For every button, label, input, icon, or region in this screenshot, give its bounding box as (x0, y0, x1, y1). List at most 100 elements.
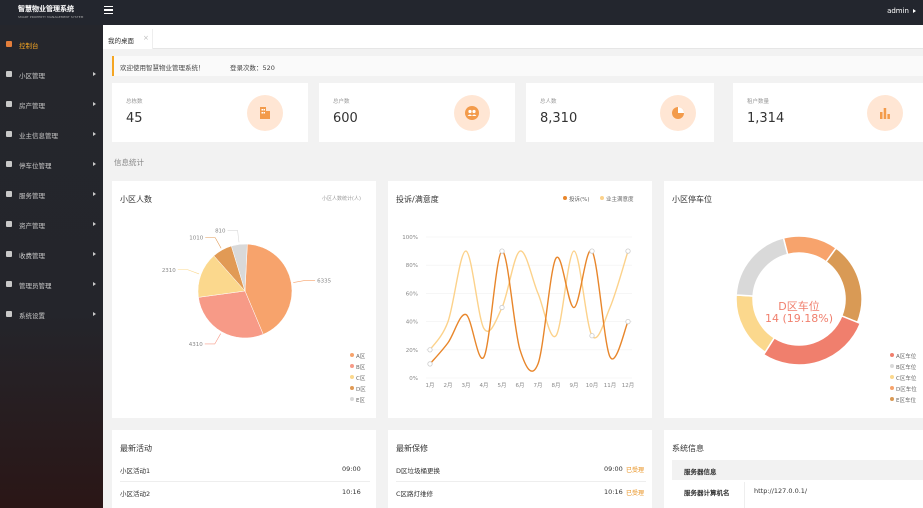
chevron-right-icon (93, 312, 96, 316)
legend-label[interactable]: D区 (356, 385, 366, 393)
sidebar-item-community[interactable]: 小区管理 (0, 60, 103, 90)
sidebar-item-label: 业主信息管理 (19, 132, 58, 140)
legend-label[interactable]: B区 (356, 363, 365, 371)
sidebar-item-label: 管理员管理 (19, 282, 52, 290)
activity-time: 10:16 (342, 488, 361, 496)
user-menu[interactable]: admin (887, 7, 909, 15)
pie-chart: 6335 4310 2310 1010 810 (162, 228, 332, 348)
logo[interactable]: 智慧物业管理系统 SMART PROPERTY MANAGEMENT SYSTE… (0, 0, 103, 25)
sidebar-item-admins[interactable]: 管理员管理 (0, 270, 103, 300)
people-stat-icon (454, 95, 490, 131)
caret-right-icon[interactable] (913, 9, 916, 13)
sidebar-item-assets[interactable]: 资产管理 (0, 210, 103, 240)
chevron-right-icon (93, 162, 96, 166)
y-tick-label: 0% (409, 376, 418, 382)
system-header-label: 服务器信息 (684, 468, 717, 476)
admin-icon (6, 281, 12, 287)
y-tick-label: 100% (402, 235, 418, 241)
pie-value-label: 1010 (189, 236, 203, 242)
pie-leader-line (227, 230, 240, 243)
welcome-text: 欢迎使用智慧物业管理系统！ (120, 64, 205, 72)
system-info-card: 系统信息 服务器信息 服务器计算机名 http://127.0.0.1/ (664, 430, 923, 508)
section-title: 信息统计 (114, 158, 144, 167)
menu-toggle-icon[interactable] (104, 6, 113, 15)
sidebar-item-service[interactable]: 服务管理 (0, 180, 103, 210)
chevron-right-icon (93, 282, 96, 286)
sidebar-item-property[interactable]: 房产管理 (0, 90, 103, 120)
data-point[interactable] (499, 304, 505, 311)
stat-label: 总人数 (540, 99, 557, 105)
tab-label: 我的桌面 (108, 37, 134, 45)
payment-icon (6, 251, 12, 257)
stat-card-population: 总人数 8,310 (526, 83, 714, 142)
sidebar-item-label: 服务管理 (19, 192, 45, 200)
tab-my-desktop[interactable]: 我的桌面 × (103, 29, 153, 49)
settings-icon (6, 311, 12, 317)
legend-label[interactable]: A区车位 (896, 352, 916, 360)
x-tick-label: 12月 (622, 382, 635, 389)
activities-card: 最新活动 小区活动1 09:00 小区活动2 10:16 (112, 430, 376, 508)
legend-swatch (890, 397, 894, 401)
legend-label[interactable]: A区 (356, 352, 365, 360)
legend-swatch (890, 364, 894, 368)
donut-slice[interactable] (735, 237, 789, 297)
sidebar-item-label: 停车位管理 (19, 162, 52, 170)
system-value: http://127.0.0.1/ (754, 487, 808, 495)
car-icon (6, 161, 12, 167)
legend-label[interactable]: E区车位 (896, 396, 916, 404)
legend-swatch (350, 386, 354, 390)
y-tick-label: 40% (406, 320, 418, 326)
x-tick-label: 11月 (604, 382, 617, 389)
stat-value: 8,310 (540, 111, 578, 126)
legend-label[interactable]: B区车位 (896, 363, 916, 371)
repair-time: 09:00 (604, 465, 623, 473)
card-title: 最新保修 (396, 444, 428, 453)
sidebar-item-dashboard[interactable]: 控制台 (0, 30, 103, 60)
sidebar-item-parking[interactable]: 停车位管理 (0, 150, 103, 180)
system-key: 服务器计算机名 (684, 489, 730, 497)
legend-label[interactable]: D区车位 (896, 385, 917, 393)
pie-value-label: 4310 (189, 342, 203, 348)
activity-time: 09:00 (342, 465, 361, 473)
sidebar-item-label: 控制台 (19, 42, 39, 50)
card-title: 系统信息 (672, 444, 704, 453)
chart-card-complaints: 投诉/满意度 投诉(%) 业主满意度 0% 20% 40% 60% 80% 100% 1月 2… (388, 181, 652, 418)
data-point[interactable] (589, 333, 595, 339)
data-point[interactable] (499, 248, 505, 254)
repair-name[interactable]: D区垃圾桶更换 (396, 465, 440, 475)
legend-swatch (350, 353, 354, 357)
sidebar-item-settings[interactable]: 系统设置 (0, 300, 103, 330)
data-point[interactable] (589, 248, 595, 254)
data-point[interactable] (625, 248, 631, 254)
chevron-right-icon (93, 72, 96, 76)
chevron-right-icon (93, 192, 96, 196)
activity-name[interactable]: 小区活动2 (120, 488, 150, 498)
stat-card-households: 总户数 600 (319, 83, 515, 142)
status-badge: 已受理 (626, 490, 645, 497)
login-count: 登录次数：520 (230, 64, 275, 72)
legend-label[interactable]: C区车位 (896, 374, 916, 382)
sidebar-item-charges[interactable]: 收费管理 (0, 240, 103, 270)
x-tick-label: 6月 (516, 382, 525, 389)
repair-name[interactable]: C区路灯维修 (396, 488, 433, 498)
stat-value: 45 (126, 111, 143, 126)
data-point[interactable] (427, 361, 433, 367)
x-tick-label: 10月 (586, 382, 599, 389)
legend-swatch (890, 375, 894, 379)
legend-swatch (890, 353, 894, 357)
pie-leader-line (293, 280, 316, 283)
y-tick-label: 80% (406, 263, 418, 269)
data-point[interactable] (427, 347, 433, 353)
legend-swatch (350, 397, 354, 401)
repair-time: 10:16 (604, 488, 623, 496)
close-icon[interactable]: × (143, 34, 149, 42)
data-point[interactable] (625, 319, 631, 325)
stat-label: 总户数 (333, 99, 350, 105)
legend-label[interactable]: C区 (356, 374, 365, 382)
sidebar-item-owners[interactable]: 业主信息管理 (0, 120, 103, 150)
divider (396, 481, 646, 482)
top-bar: 智慧物业管理系统 SMART PROPERTY MANAGEMENT SYSTE… (0, 0, 923, 25)
house-icon (6, 101, 12, 107)
legend-label[interactable]: E区 (356, 396, 365, 404)
activity-name[interactable]: 小区活动1 (120, 465, 150, 475)
